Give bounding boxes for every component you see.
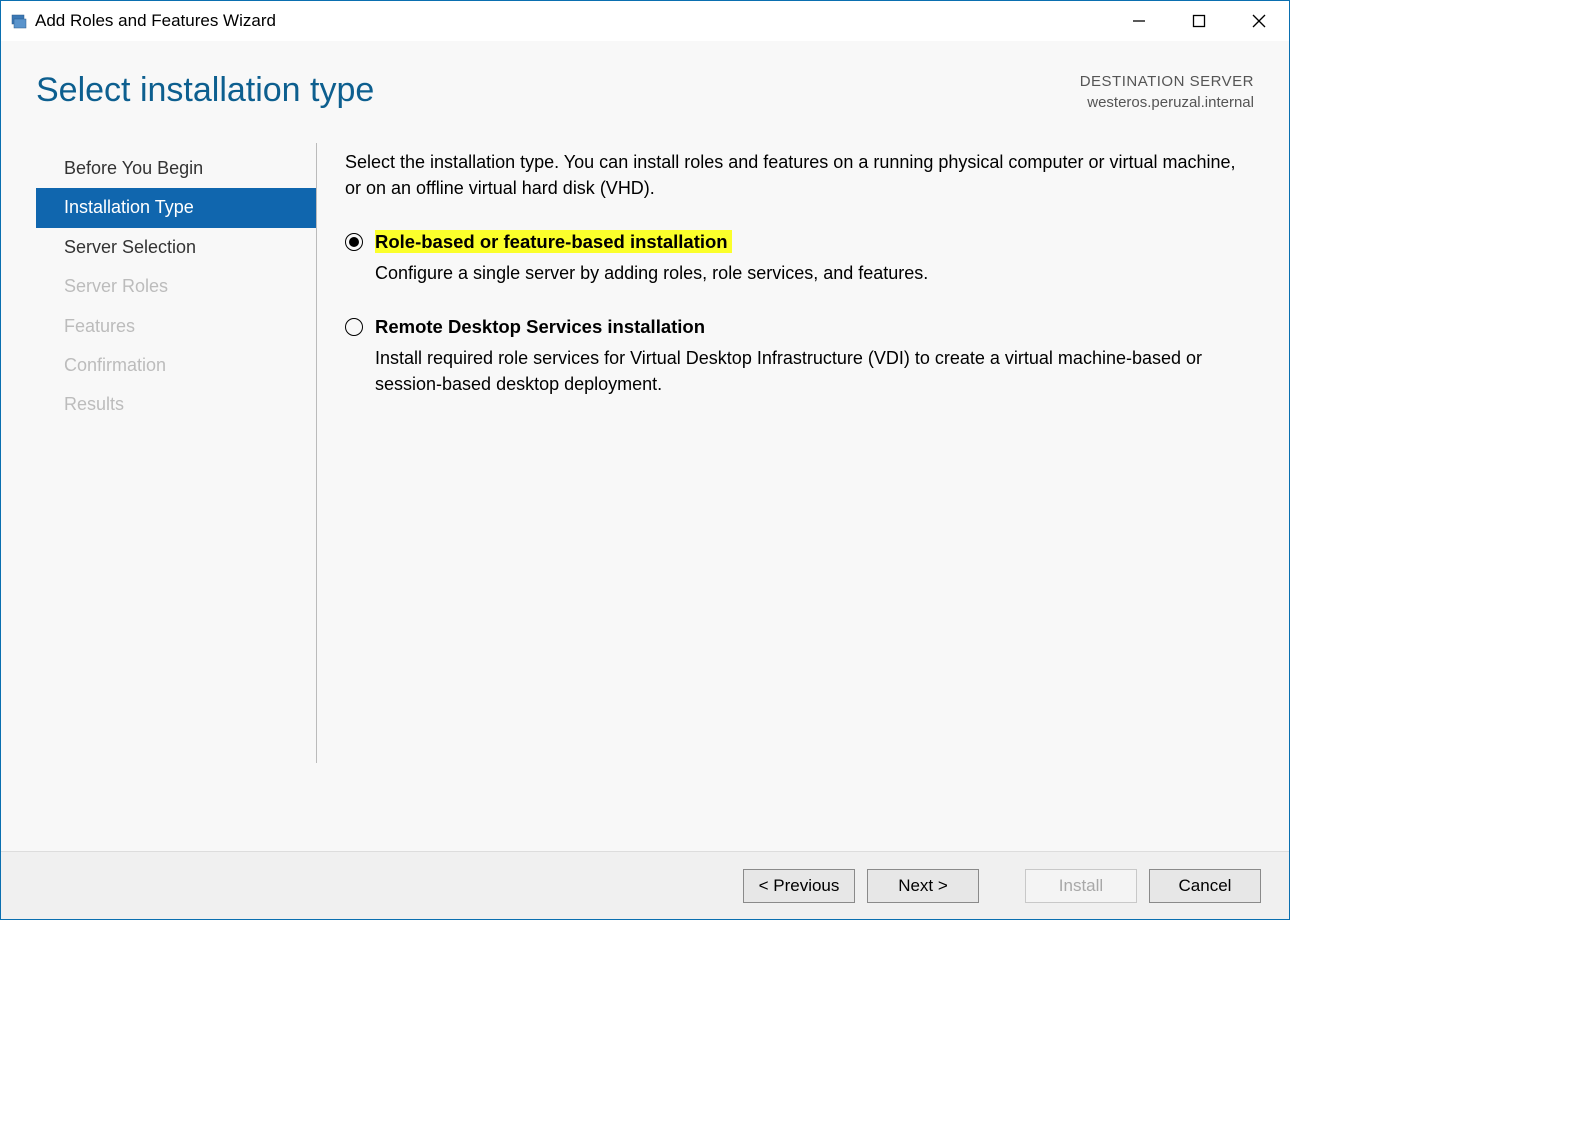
divider bbox=[316, 143, 317, 763]
previous-button[interactable]: < Previous bbox=[743, 869, 855, 903]
radio-button[interactable] bbox=[345, 233, 363, 251]
nav-item-confirmation: Confirmation bbox=[36, 346, 316, 385]
page-title: Select installation type bbox=[36, 71, 374, 110]
close-button[interactable] bbox=[1229, 1, 1289, 41]
destination-info: DESTINATION SERVER westeros.peruzal.inte… bbox=[1080, 71, 1254, 113]
cancel-button[interactable]: Cancel bbox=[1149, 869, 1261, 903]
install-option-0[interactable]: Role-based or feature-based installation… bbox=[345, 229, 1254, 286]
body: Before You BeginInstallation TypeServer … bbox=[1, 133, 1289, 851]
install-button: Install bbox=[1025, 869, 1137, 903]
window-controls bbox=[1109, 1, 1289, 41]
nav-item-results: Results bbox=[36, 385, 316, 424]
option-desc: Install required role services for Virtu… bbox=[375, 345, 1254, 397]
maximize-button[interactable] bbox=[1169, 1, 1229, 41]
destination-value: westeros.peruzal.internal bbox=[1080, 92, 1254, 113]
option-title: Role-based or feature-based installation bbox=[375, 230, 732, 253]
option-body: Remote Desktop Services installation Inst… bbox=[375, 314, 1254, 397]
wizard-window: Add Roles and Features Wizard Select ins… bbox=[0, 0, 1290, 920]
intro-text: Select the installation type. You can in… bbox=[345, 149, 1254, 201]
nav-item-server-roles: Server Roles bbox=[36, 267, 316, 306]
nav-item-before-you-begin[interactable]: Before You Begin bbox=[36, 149, 316, 188]
radio-button[interactable] bbox=[345, 318, 363, 336]
install-option-1[interactable]: Remote Desktop Services installation Inst… bbox=[345, 314, 1254, 397]
destination-label: DESTINATION SERVER bbox=[1080, 71, 1254, 92]
option-title: Remote Desktop Services installation bbox=[375, 316, 705, 337]
wizard-nav: Before You BeginInstallation TypeServer … bbox=[36, 143, 316, 851]
window-title: Add Roles and Features Wizard bbox=[35, 11, 1109, 31]
next-button[interactable]: Next > bbox=[867, 869, 979, 903]
app-icon bbox=[9, 11, 29, 31]
nav-item-installation-type[interactable]: Installation Type bbox=[36, 188, 316, 227]
footer: < Previous Next > Install Cancel bbox=[1, 851, 1289, 919]
titlebar: Add Roles and Features Wizard bbox=[1, 1, 1289, 41]
minimize-button[interactable] bbox=[1109, 1, 1169, 41]
content-pane: Select the installation type. You can in… bbox=[345, 143, 1254, 851]
option-body: Role-based or feature-based installation… bbox=[375, 229, 1254, 286]
nav-item-features: Features bbox=[36, 307, 316, 346]
option-desc: Configure a single server by adding role… bbox=[375, 260, 1254, 286]
header: Select installation type DESTINATION SER… bbox=[1, 41, 1289, 133]
nav-item-server-selection[interactable]: Server Selection bbox=[36, 228, 316, 267]
